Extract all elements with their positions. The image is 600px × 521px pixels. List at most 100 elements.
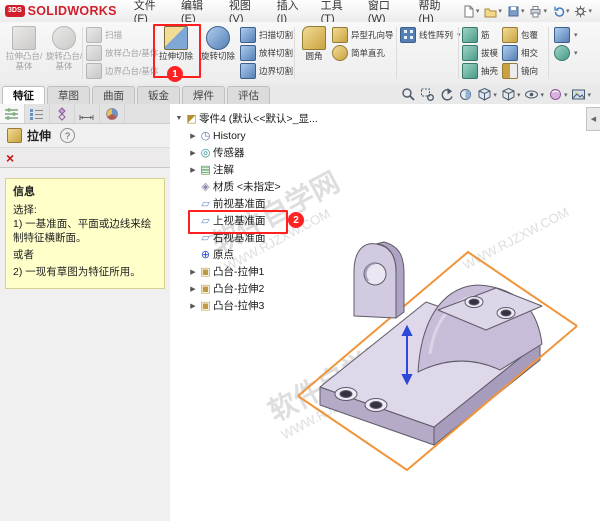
watermark-url: WWW.RJZXW.COM [460, 204, 571, 273]
appearances-tab[interactable] [100, 104, 125, 123]
curves-button[interactable]: ▾ [554, 44, 594, 61]
tree-item-label: 材质 <未指定> [213, 181, 281, 193]
rib-stack: 筋 拔模 抽壳 [462, 26, 498, 79]
revolved-boss-icon [52, 26, 76, 50]
expand-closed-icon[interactable]: ▶ [188, 132, 198, 140]
section-view-button[interactable] [457, 87, 474, 102]
tree-item-label: 右视基准面 [213, 232, 266, 244]
open-document-button[interactable]: ▾ [482, 4, 504, 19]
dimxpert-tab[interactable] [75, 104, 100, 123]
tree-item-sensors[interactable]: ▶ ◎ 传感器 [174, 144, 364, 161]
zoom-area-button[interactable] [419, 87, 436, 102]
help-icon[interactable]: ? [60, 128, 76, 143]
fillet-button[interactable]: 圆角 [296, 25, 332, 63]
panel-button-row: × [0, 147, 170, 168]
new-document-button[interactable]: ▾ [460, 4, 482, 19]
revolve-boss-button[interactable]: 旋转凸台/基体 [44, 25, 84, 72]
undo-icon [554, 6, 565, 17]
tree-item-annotations[interactable]: ▶ ▤ 注解 [174, 161, 364, 178]
tab-weldments[interactable]: 焊件 [182, 86, 225, 104]
loft-button[interactable]: 放样凸台/基体 [86, 44, 162, 61]
tree-item-boss-extrude1[interactable]: ▶ ▣ 凸台-拉伸1 [174, 263, 364, 280]
previous-view-icon [442, 88, 454, 101]
view-orientation-button[interactable]: ▾ [476, 87, 498, 102]
extrude-boss-label: 拉伸凸台/基体 [5, 51, 43, 71]
solidworks-window: 3DS SOLIDWORKS 文件(F) 编辑(E) 视图(V) 插入(I) 工… [0, 0, 600, 521]
print-button[interactable]: ▾ [527, 4, 549, 19]
revolve-boss-label: 旋转凸台/基体 [45, 51, 83, 71]
tree-item-origin[interactable]: ⊕ 原点 [174, 246, 364, 263]
wrap-button[interactable]: 包覆 [502, 26, 544, 43]
shell-icon [462, 62, 478, 79]
tree-item-boss-extrude2[interactable]: ▶ ▣ 凸台-拉伸2 [174, 280, 364, 297]
loft-cut-button[interactable]: 放样切割 [240, 44, 294, 61]
previous-view-button[interactable] [438, 87, 455, 102]
expand-closed-icon[interactable]: ▶ [188, 149, 198, 157]
sliders-icon [5, 107, 18, 120]
tree-item-material[interactable]: ◈ 材质 <未指定> [174, 178, 364, 195]
tab-surfaces[interactable]: 曲面 [92, 86, 135, 104]
tab-features[interactable]: 特征 [2, 86, 45, 104]
graphics-viewport[interactable]: 软件自学网 WWW.RJZXW.COM WWW.RJZXW.COM 软件自学网 … [170, 104, 600, 521]
tree-item-part-root[interactable]: ▼ ◩ 零件4 (默认<<默认>_显... [174, 110, 364, 127]
zoom-fit-button[interactable] [400, 87, 417, 102]
shell-button[interactable]: 抽壳 [462, 62, 498, 79]
propertymanager-tab[interactable] [0, 104, 25, 123]
tree-item-top-plane[interactable]: ▱ 上视基准面 [174, 212, 364, 229]
reference-geometry-button[interactable]: ▾ [554, 26, 594, 43]
revolve-cut-button[interactable]: 旋转切除 [198, 25, 238, 63]
mirror-label: 镜向 [521, 65, 539, 76]
configurations-tab[interactable] [50, 104, 75, 123]
tree-item-boss-extrude3[interactable]: ▶ ▣ 凸台-拉伸3 [174, 297, 364, 314]
linear-pattern-button[interactable]: 线性阵列 ▾ [400, 26, 461, 43]
edit-appearance-button[interactable]: ▾ [547, 87, 569, 102]
sensors-icon: ◎ [200, 147, 211, 159]
extruded-boss-icon [12, 26, 36, 50]
simple-hole-button[interactable]: 简单直孔 [332, 44, 394, 61]
scene-icon [572, 89, 586, 100]
intersect-button[interactable]: 相交 [502, 44, 544, 61]
options-button[interactable]: ▾ [572, 4, 594, 19]
intersect-label: 相交 [521, 47, 539, 58]
sweep-button[interactable]: 扫描 [86, 26, 162, 43]
expand-closed-icon[interactable]: ▶ [188, 285, 198, 293]
intersect-icon [502, 44, 518, 61]
expand-closed-icon[interactable]: ▶ [188, 166, 198, 174]
mirror-button[interactable]: 镜向 [502, 62, 544, 79]
hide-show-items-button[interactable]: ▾ [523, 87, 545, 102]
display-style-icon [502, 87, 515, 101]
apply-scene-button[interactable]: ▾ [570, 87, 592, 102]
extrude-boss-button[interactable]: 拉伸凸台/基体 [4, 25, 44, 72]
tree-item-label: 传感器 [213, 147, 245, 159]
expand-closed-icon[interactable]: ▶ [188, 268, 198, 276]
tab-evaluate[interactable]: 评估 [227, 86, 270, 104]
task-pane-collapse-button[interactable]: ◀ [586, 107, 600, 131]
expand-closed-icon[interactable]: ▶ [188, 302, 198, 310]
save-button[interactable]: ▾ [505, 4, 527, 19]
featuremanager-tab[interactable] [25, 104, 50, 123]
sweep-cut-button[interactable]: 扫描切割 [240, 26, 294, 43]
tree-item-right-plane[interactable]: ▱ 右视基准面 [174, 229, 364, 246]
boss-extrude-icon: ▣ [200, 300, 211, 312]
tree-item-history[interactable]: ▶ ◷ History [174, 127, 364, 144]
display-style-button[interactable]: ▾ [500, 87, 522, 102]
rib-icon [462, 26, 478, 43]
extrude-cut-button[interactable]: 拉伸切除 [156, 25, 196, 63]
hole-wizard-button[interactable]: 异型孔向导 [332, 26, 394, 43]
rib-button[interactable]: 筋 [462, 26, 498, 43]
tree-item-front-plane[interactable]: ▱ 前视基准面 [174, 195, 364, 212]
tree-item-label: 注解 [213, 164, 234, 176]
boundary-cut-button[interactable]: 边界切割 [240, 62, 294, 79]
boundary-boss-button[interactable]: 边界凸台/基体 [86, 62, 162, 79]
expand-open-icon[interactable]: ▼ [174, 115, 184, 122]
draft-button[interactable]: 拔模 [462, 44, 498, 61]
annotations-icon: ▤ [200, 164, 211, 176]
cancel-button[interactable]: × [6, 151, 14, 165]
tab-sketch[interactable]: 草图 [47, 86, 90, 104]
panel-title: 拉伸 [27, 129, 52, 143]
boss-extrude-icon: ▣ [200, 283, 211, 295]
step-badge-1: 1 [167, 66, 183, 82]
undo-button[interactable]: ▾ [550, 4, 572, 19]
tab-sheet-metal[interactable]: 钣金 [137, 86, 180, 104]
info-body: 选择: 1) 一基准面、平面或边线来绘制特征横断面。 或者 2) 一现有草图为特… [6, 201, 164, 288]
